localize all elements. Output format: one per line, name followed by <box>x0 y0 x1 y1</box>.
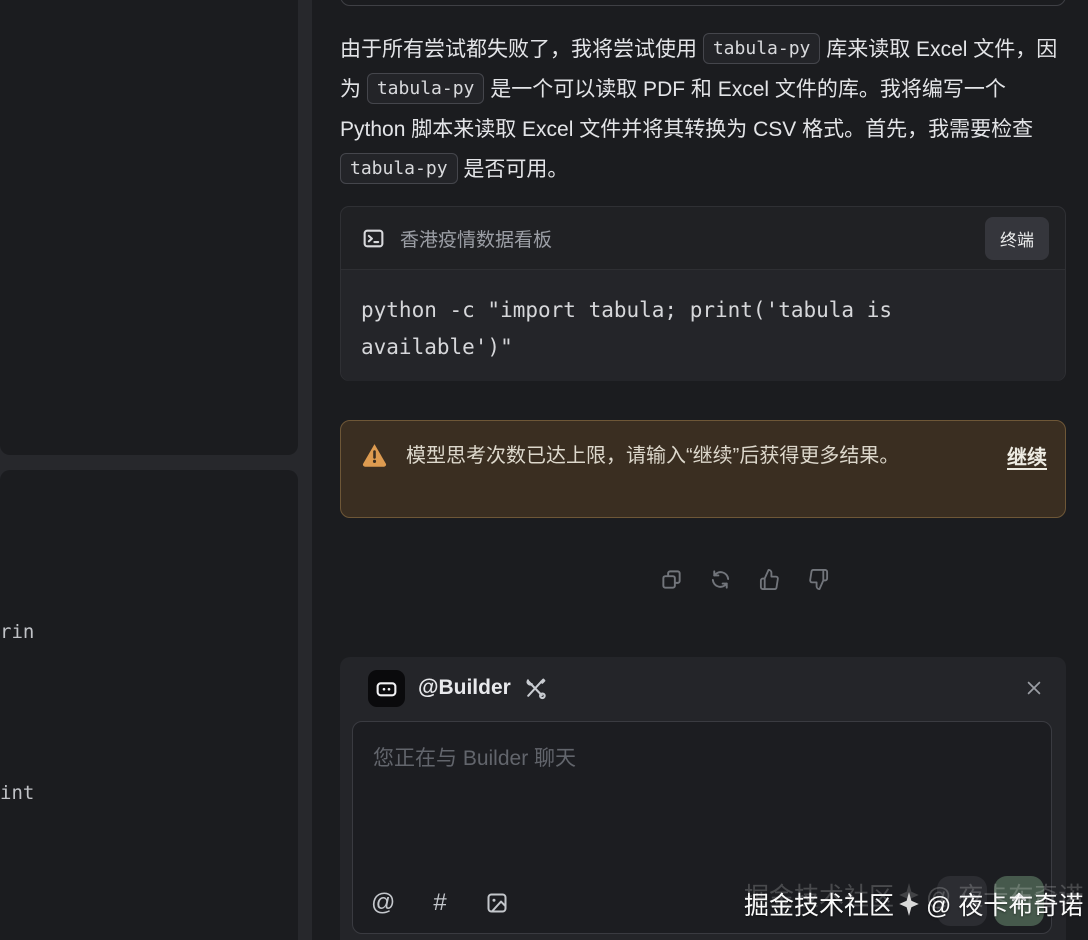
inline-code: tabula-py <box>703 33 821 64</box>
inline-code: tabula-py <box>367 73 485 104</box>
agent-label: @Builder <box>418 676 511 700</box>
voice-input-button[interactable] <box>937 876 987 926</box>
builder-agent-icon <box>368 670 405 707</box>
terminal-panel: rin int zsh zsh zsh zsh zsh <box>0 470 298 940</box>
composer-input-box: @ # <box>352 721 1052 934</box>
app-window: rin int zsh zsh zsh zsh zsh <box>0 0 1088 940</box>
composer-header: @Builder <box>340 657 1066 719</box>
send-button[interactable] <box>994 876 1044 926</box>
warning-icon <box>361 441 388 468</box>
thumbs-up-icon[interactable] <box>758 568 781 591</box>
tools-icon[interactable] <box>523 676 548 701</box>
terminal-card-title: 香港疫情数据看板 <box>400 225 985 252</box>
terminal-icon <box>361 226 386 251</box>
terminal-output-fragment: int <box>0 782 34 804</box>
inline-code: tabula-py <box>340 153 458 184</box>
previous-card-edge <box>340 0 1066 6</box>
composer-toolbar: @ # <box>371 889 509 917</box>
terminal-output-fragment: rin <box>0 621 34 643</box>
image-icon[interactable] <box>485 891 509 915</box>
regenerate-icon[interactable] <box>709 568 732 591</box>
chat-panel: 由于所有尝试都失败了，我将尝试使用 tabula-py 库来读取 Excel 文… <box>312 0 1088 940</box>
terminal-command-text: python -c "import tabula; print('tabula … <box>341 270 1065 381</box>
terminal-badge-button[interactable]: 终端 <box>985 217 1049 260</box>
continue-link[interactable]: 继续 <box>1007 441 1047 517</box>
assistant-message: 由于所有尝试都失败了，我将尝试使用 tabula-py 库来读取 Excel 文… <box>340 30 1066 190</box>
hash-icon[interactable]: # <box>428 889 452 917</box>
terminal-card-header: 香港疫情数据看板 终端 <box>341 207 1065 270</box>
thumbs-down-icon[interactable] <box>807 568 830 591</box>
chat-composer: @Builder @ # <box>340 657 1066 940</box>
copy-icon[interactable] <box>660 568 683 591</box>
mention-icon[interactable]: @ <box>371 889 395 917</box>
message-actions <box>660 568 830 591</box>
chat-input[interactable] <box>373 742 1023 852</box>
editor-panel <box>0 0 298 455</box>
close-icon[interactable] <box>1024 678 1044 698</box>
warning-banner: 模型思考次数已达上限，请输入“继续”后获得更多结果。 继续 <box>340 420 1066 518</box>
terminal-command-card: 香港疫情数据看板 终端 python -c "import tabula; pr… <box>340 206 1066 381</box>
arrow-up-icon <box>1007 889 1031 913</box>
warning-text: 模型思考次数已达上限，请输入“继续”后获得更多结果。 <box>406 438 966 517</box>
